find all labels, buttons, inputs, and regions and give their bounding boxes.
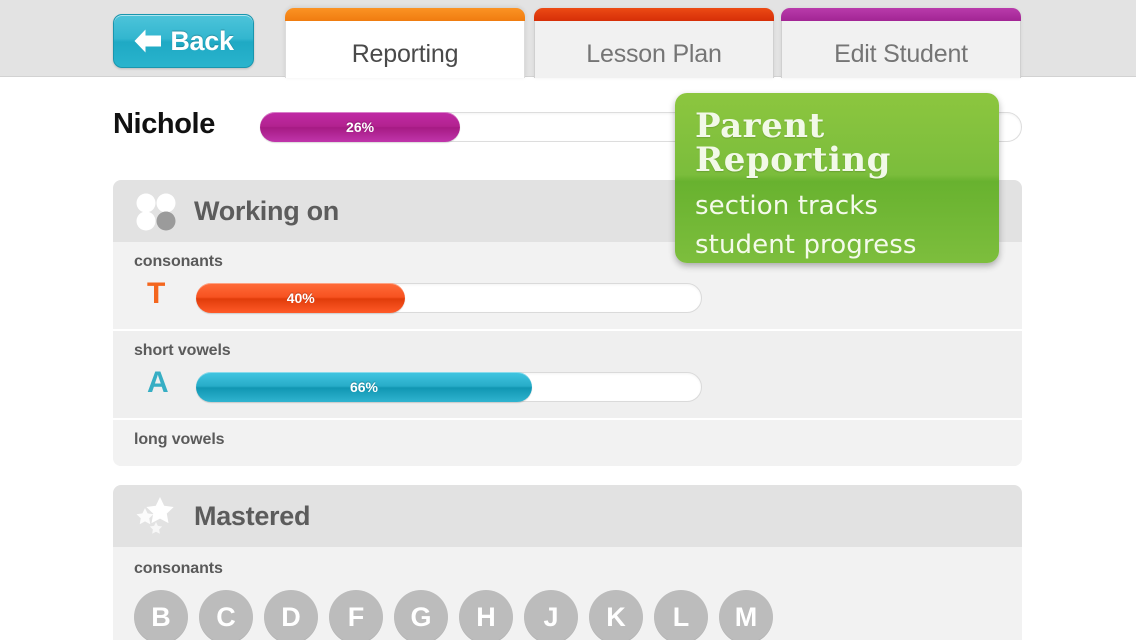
mastered-letter-badge[interactable]: F <box>329 590 383 640</box>
overall-progress-fill: 26% <box>260 112 461 142</box>
skill-label-long-vowels: long vowels <box>134 431 225 448</box>
skill-track-short-vowels: 66% <box>196 372 702 402</box>
reporting-screen: Back Reporting Lesson Plan Edit Student … <box>0 0 1136 640</box>
skill-letter-consonants: T <box>147 277 166 310</box>
mastered-letter-list: BCDFGHJKLM <box>134 590 1022 640</box>
working-on-title: Working on <box>194 195 339 226</box>
callout-title: Parent Reporting <box>695 106 891 180</box>
tab-accent-lesson-plan <box>534 8 774 21</box>
callout-line-1: section tracks <box>695 191 879 221</box>
arrow-left-icon <box>134 29 162 53</box>
mastered-letter-badge[interactable]: J <box>524 590 578 640</box>
tab-lesson-plan[interactable]: Lesson Plan <box>534 8 774 78</box>
skill-percent-consonants: 40% <box>286 290 315 306</box>
mastered-letter-badge[interactable]: L <box>654 590 708 640</box>
mastered-letter-badge[interactable]: C <box>199 590 253 640</box>
mastered-title: Mastered <box>194 500 311 531</box>
tab-edit-student-label: Edit Student <box>834 40 968 68</box>
tab-edit-student[interactable]: Edit Student <box>781 8 1021 78</box>
skill-fill-short-vowels: 66% <box>196 372 532 402</box>
skill-label-short-vowels: short vowels <box>134 342 231 359</box>
mastered-letters-label: consonants <box>134 560 223 577</box>
stars-icon <box>136 497 174 534</box>
mastered-letter-badge[interactable]: K <box>589 590 643 640</box>
overall-progress-label: 26% <box>346 119 375 135</box>
mastered-letter-badge[interactable]: M <box>719 590 773 640</box>
skill-row-long-vowels: long vowels <box>113 418 1022 466</box>
tab-reporting[interactable]: Reporting <box>285 8 525 78</box>
skill-letter-short-vowels: A <box>147 366 169 399</box>
skill-percent-short-vowels: 66% <box>349 379 378 395</box>
back-button[interactable]: Back <box>113 14 254 68</box>
back-button-label: Back <box>170 25 234 56</box>
skill-row-short-vowels: short vowels A 66% <box>113 329 1022 418</box>
callout-parent-reporting: Parent Reporting section tracks student … <box>675 93 999 263</box>
tab-accent-reporting <box>285 8 525 21</box>
mastered-consonants-row: consonants BCDFGHJKLM <box>113 547 1022 640</box>
mastered-letter-badge[interactable]: B <box>134 590 188 640</box>
student-name: Nichole <box>113 108 215 140</box>
mastered-letter-badge[interactable]: H <box>459 590 513 640</box>
mastered-letter-badge[interactable]: D <box>264 590 318 640</box>
four-dots-icon <box>136 193 176 231</box>
skill-fill-consonants: 40% <box>196 283 406 313</box>
tab-accent-edit-student <box>781 8 1021 21</box>
tab-reporting-label: Reporting <box>351 40 459 68</box>
tab-lesson-plan-label: Lesson Plan <box>586 40 722 68</box>
mastered-letter-badge[interactable]: G <box>394 590 448 640</box>
section-mastered: Mastered consonants BCDFGHJKLM <box>113 485 1022 640</box>
callout-line-2: student progress <box>695 230 917 260</box>
mastered-header: Mastered <box>113 485 1022 547</box>
skill-track-consonants: 40% <box>196 283 702 313</box>
